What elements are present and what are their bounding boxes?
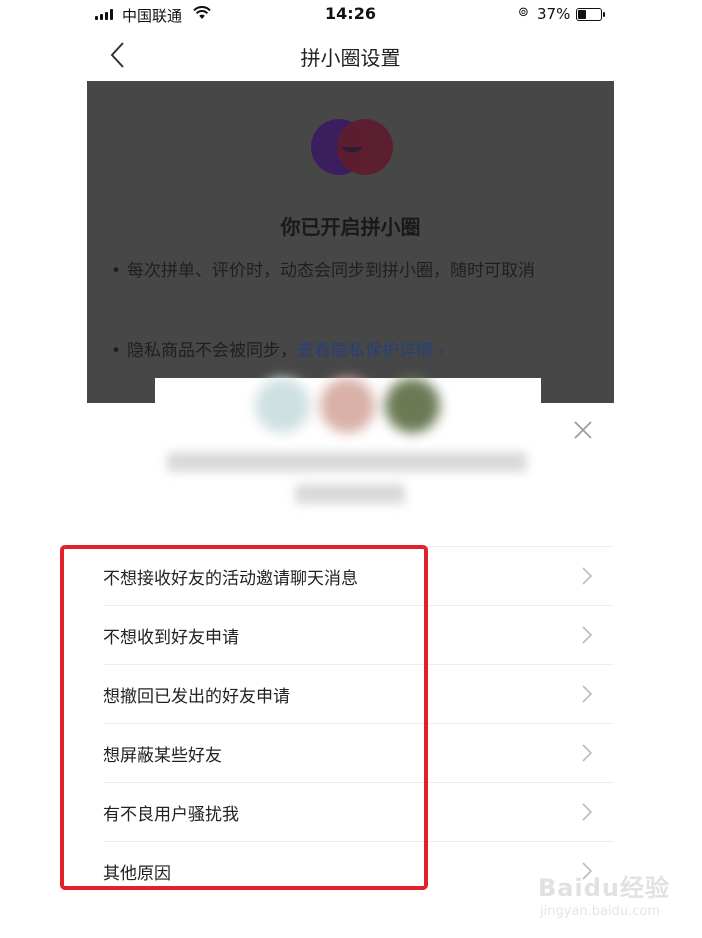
chevron-right-icon xyxy=(582,626,593,644)
dimmed-page-content: 你已开启拼小圈 • 每次拼单、评价时，动态会同步到拼小圈，随时可取消 • 隐私商品不… xyxy=(87,81,614,403)
blurred-text xyxy=(295,484,405,504)
close-icon[interactable] xyxy=(573,420,593,440)
battery-percent: 37% xyxy=(537,5,571,23)
page-title: 拼小圈设置 xyxy=(300,46,401,70)
page-heading: 你已开启拼小圈 xyxy=(280,215,421,239)
info-bullet: • 隐私商品不会被同步，查看隐私保护详情 › xyxy=(111,341,446,361)
battery-icon xyxy=(576,8,605,21)
chevron-right-icon xyxy=(582,744,593,762)
blurred-text xyxy=(167,452,527,472)
chevron-right-icon xyxy=(582,803,593,821)
info-bullet: • 每次拼单、评价时，动态会同步到拼小圈，随时可取消 xyxy=(111,261,535,281)
blurred-redacted-region xyxy=(155,378,541,518)
privacy-link[interactable]: 查看隐私保护详情 › xyxy=(297,341,445,361)
nav-bar: 拼小圈设置 xyxy=(87,28,614,81)
chevron-right-icon xyxy=(582,685,593,703)
rotation-lock-icon: ⊚ xyxy=(518,5,529,20)
baidu-watermark: Baidu经验 jingyan.baidu.com xyxy=(538,860,688,930)
chevron-right-icon xyxy=(582,567,593,585)
watermark-logo-text: Baidu经验 xyxy=(538,874,670,902)
pinxiaoquan-logo-icon xyxy=(311,119,393,175)
status-bar: 中国联通 14:26 ⊚ 37% xyxy=(87,0,614,28)
clock: 14:26 xyxy=(325,4,376,23)
watermark-url: jingyan.baidu.com xyxy=(540,904,660,919)
blurred-avatars xyxy=(255,378,445,433)
highlight-annotation-box xyxy=(60,545,428,890)
